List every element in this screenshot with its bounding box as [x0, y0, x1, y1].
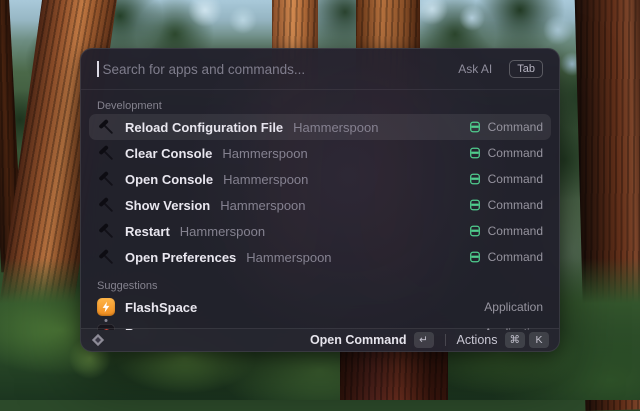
- raycast-logo-icon: [91, 333, 105, 347]
- launcher-window: Search for apps and commands... Ask AI T…: [80, 48, 560, 352]
- item-type-label: Command: [487, 198, 543, 212]
- k-key-badge: K: [529, 331, 549, 349]
- command-type-icon: [469, 199, 481, 211]
- cmd-key-badge: ⌘: [504, 331, 525, 349]
- search-bar[interactable]: Search for apps and commands... Ask AI T…: [81, 49, 559, 90]
- item-subtitle: Hammerspoon: [220, 197, 306, 213]
- list-item-restart[interactable]: Restart Hammerspoon Command: [89, 218, 551, 244]
- item-subtitle: Hammerspoon: [223, 171, 309, 187]
- item-subtitle: Hammerspoon: [222, 145, 308, 161]
- list-item-clear-console[interactable]: Clear Console Hammerspoon Command: [89, 140, 551, 166]
- item-subtitle: Hammerspoon: [179, 223, 266, 239]
- list-item-open-console[interactable]: Open Console Hammerspoon Command: [89, 166, 551, 192]
- running-indicator-dot: [104, 319, 108, 322]
- hammerspoon-hammer-icon: [97, 196, 115, 214]
- section-header-development: Development: [97, 100, 162, 112]
- ask-ai-label[interactable]: Ask AI: [458, 62, 492, 76]
- search-input[interactable]: Search for apps and commands...: [103, 62, 451, 77]
- item-type-label: Command: [487, 172, 543, 186]
- hammerspoon-hammer-icon: [97, 170, 115, 188]
- item-title: Restart: [125, 223, 170, 239]
- actions-button[interactable]: Actions: [457, 333, 498, 347]
- list-item-flashspace[interactable]: FlashSpace Application: [89, 294, 551, 322]
- item-title: Show Version: [125, 197, 211, 213]
- item-title: Open Console: [125, 171, 214, 187]
- open-command-button[interactable]: Open Command: [310, 333, 407, 347]
- command-type-icon: [469, 121, 481, 133]
- results-list: Development Reload Configuration File Ha…: [81, 90, 559, 330]
- hammerspoon-hammer-icon: [97, 144, 115, 162]
- tab-key-badge: Tab: [509, 60, 543, 78]
- item-title: FlashSpace: [125, 299, 198, 315]
- item-title: Open Preferences: [125, 249, 237, 265]
- item-type-label: Command: [487, 224, 543, 238]
- command-type-icon: [469, 173, 481, 185]
- hammerspoon-hammer-icon: [97, 222, 115, 240]
- list-item-reload-configuration-file[interactable]: Reload Configuration File Hammerspoon Co…: [89, 114, 551, 140]
- action-bar: Open Command ↵ Actions ⌘ K: [81, 328, 559, 351]
- command-type-icon: [469, 147, 481, 159]
- hammerspoon-hammer-icon: [97, 248, 115, 266]
- item-subtitle: Hammerspoon: [293, 119, 379, 135]
- list-item-show-version[interactable]: Show Version Hammerspoon Command: [89, 192, 551, 218]
- item-subtitle: Hammerspoon: [246, 249, 332, 265]
- item-title: Reload Configuration File: [125, 119, 284, 135]
- flashspace-app-icon: [97, 298, 115, 322]
- item-type-label: Command: [487, 120, 543, 134]
- section-header-suggestions: Suggestions: [97, 280, 158, 292]
- text-cursor: [97, 61, 99, 77]
- enter-key-badge: ↵: [413, 331, 434, 349]
- item-type-label: Command: [487, 146, 543, 160]
- command-type-icon: [469, 251, 481, 263]
- footer-divider: [444, 334, 446, 346]
- list-item-open-preferences[interactable]: Open Preferences Hammerspoon Command: [89, 244, 551, 270]
- item-type-label: Command: [487, 250, 543, 264]
- item-type-label: Application: [484, 300, 543, 314]
- item-title: Clear Console: [125, 145, 213, 161]
- hammerspoon-hammer-icon: [97, 118, 115, 136]
- command-type-icon: [469, 225, 481, 237]
